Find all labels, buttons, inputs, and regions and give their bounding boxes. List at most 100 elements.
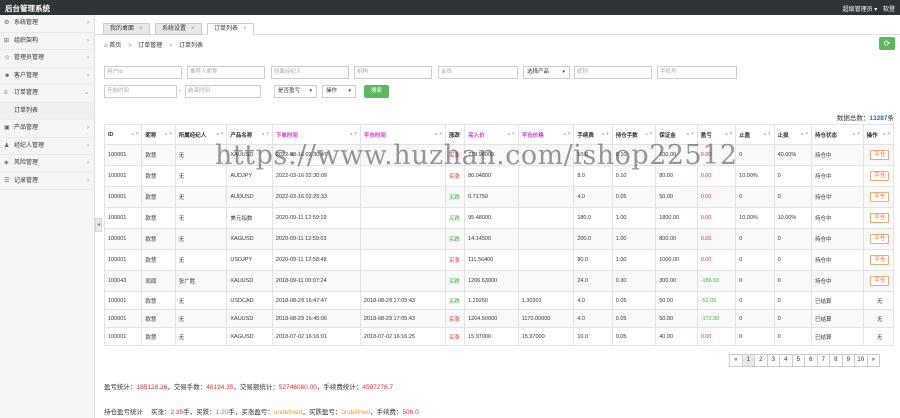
sort-icon[interactable]: ▲▼ xyxy=(562,131,571,136)
pagination-page[interactable]: 8 xyxy=(829,354,843,367)
sort-icon[interactable]: ▲▼ xyxy=(800,131,809,136)
sort-icon[interactable]: ▲▼ xyxy=(434,131,443,136)
close-position-button[interactable]: 平仓 xyxy=(870,171,890,181)
pagination-page[interactable]: 2 xyxy=(754,354,768,367)
pagination-page[interactable]: 4 xyxy=(779,354,793,367)
pagination-page[interactable]: 6 xyxy=(804,354,818,367)
operation-select-value[interactable]: 操作 xyxy=(326,88,337,94)
product-select-value[interactable]: 选择产品 xyxy=(527,69,549,75)
product-select[interactable]: 选择产品 ▾ xyxy=(523,66,570,79)
tab-order-list[interactable]: 订单列表 × xyxy=(207,23,254,35)
column-header-label[interactable]: 止损 xyxy=(778,133,789,139)
column-header-label[interactable]: 操作 xyxy=(867,133,878,139)
column-header-label[interactable]: 平仓价格 xyxy=(522,133,544,139)
sort-icon[interactable]: ▲▼ xyxy=(852,131,861,136)
close-position-button[interactable]: 平仓 xyxy=(870,150,890,160)
column-header-label[interactable]: 产品名称 xyxy=(230,133,252,139)
sort-icon[interactable]: ▲▼ xyxy=(215,131,224,136)
close-position-button[interactable]: 平仓 xyxy=(870,234,890,244)
column-header-label[interactable]: 保证金 xyxy=(659,133,676,139)
search-button[interactable]: 搜索 xyxy=(364,85,389,98)
sort-icon[interactable]: ▲▼ xyxy=(131,131,140,136)
sort-icon[interactable]: ▲▼ xyxy=(507,131,516,136)
close-icon[interactable]: × xyxy=(243,26,247,32)
column-header[interactable]: 止盈 ▲▼ xyxy=(735,124,775,145)
sidebar-item[interactable]: ◈ 风险管理 › xyxy=(0,155,94,173)
column-header-label[interactable]: 买入价 xyxy=(468,133,485,139)
close-icon[interactable]: × xyxy=(191,26,195,32)
close-position-button[interactable]: 平仓 xyxy=(870,192,890,202)
column-header-label[interactable]: 所属经纪人 xyxy=(179,133,207,139)
pagination-page[interactable]: 5 xyxy=(791,354,805,367)
sidebar-collapse-handle[interactable]: ◂ xyxy=(95,218,102,232)
sort-icon[interactable]: ▲▼ xyxy=(763,131,772,136)
column-header-label[interactable]: 盈亏 xyxy=(701,133,712,139)
column-header[interactable]: 昵称 ▲▼ xyxy=(141,124,176,145)
sidebar-subitem-order-list[interactable]: 订单列表 xyxy=(0,102,94,120)
pagination-prev[interactable]: « xyxy=(729,354,743,367)
refresh-icon[interactable]: ⟳ xyxy=(884,39,891,48)
pagination-page[interactable]: 7 xyxy=(816,354,830,367)
close-position-button[interactable]: 平仓 xyxy=(870,255,890,265)
home-icon[interactable]: ⌂ xyxy=(104,43,108,49)
column-header[interactable]: 持仓状态 ▲▼ xyxy=(811,124,864,145)
pagination-page[interactable]: 9 xyxy=(841,354,855,367)
agent-input[interactable]: 所属经纪人 xyxy=(271,66,349,79)
tab-desktop[interactable]: 我的桌面 × xyxy=(103,23,150,35)
column-header-label[interactable]: 止盈 xyxy=(739,133,750,139)
tab-label[interactable]: 订单列表 xyxy=(214,26,238,32)
column-header-label[interactable]: 手续费 xyxy=(577,133,594,139)
breadcrumb-home[interactable]: 首页 xyxy=(109,43,121,49)
sidebar-item[interactable]: ▣ 产品管理 › xyxy=(0,120,94,138)
column-header[interactable]: 止损 ▲▼ xyxy=(773,124,813,145)
column-header-label[interactable]: ID xyxy=(108,132,114,138)
sort-icon[interactable]: ▲▼ xyxy=(882,131,891,136)
sort-icon[interactable]: ▲▼ xyxy=(349,131,358,136)
sidebar-item[interactable]: ≡ 订单管理 ⌄ xyxy=(0,85,94,103)
pagination-page[interactable]: 3 xyxy=(766,354,780,367)
operation-select[interactable]: 操作 ▾ xyxy=(322,85,356,98)
nickname-input[interactable]: 昵称 xyxy=(574,66,652,79)
sort-icon[interactable]: ▲▼ xyxy=(261,131,270,136)
refresh-button[interactable]: ⟳ xyxy=(879,37,895,50)
user-id-input[interactable]: 用户Id xyxy=(104,66,182,79)
tab-system-settings[interactable]: 系统设置 × xyxy=(155,23,202,35)
phone-input[interactable]: 手机号 xyxy=(657,66,737,79)
sidebar-item[interactable]: ⚙ 系统管理 › xyxy=(0,15,94,33)
sort-icon[interactable]: ▲▼ xyxy=(601,131,610,136)
close-icon[interactable]: × xyxy=(139,26,143,32)
column-header-label[interactable]: 昵称 xyxy=(145,133,156,139)
sidebar-item[interactable]: ☰ 记录管理 › xyxy=(0,173,94,190)
user-name[interactable]: 超级管理员 xyxy=(843,7,873,13)
sort-icon[interactable]: ▲▼ xyxy=(644,131,653,136)
close-position-button[interactable]: 平仓 xyxy=(870,213,890,223)
pagination-page[interactable]: 1 xyxy=(741,354,755,367)
pagination-next[interactable]: » xyxy=(866,354,880,367)
sort-icon[interactable]: ▲▼ xyxy=(453,131,462,136)
sidebar-item[interactable]: ⊞ 组织架构 › xyxy=(0,33,94,50)
recommender-input[interactable]: 推荐人昵称 xyxy=(187,66,265,79)
sort-icon[interactable]: ▲▼ xyxy=(164,131,173,136)
column-header-label[interactable]: 下单时间 xyxy=(276,133,298,139)
breadcrumb-order-management[interactable]: 订单管理 xyxy=(138,43,162,49)
org-input[interactable]: 机构 xyxy=(354,66,432,79)
pagination-page[interactable]: 10 xyxy=(854,354,868,367)
holding-select[interactable]: 是否盈亏 ▾ xyxy=(274,85,317,98)
tab-label[interactable]: 系统设置 xyxy=(162,26,186,32)
column-header[interactable]: 操作 ▲▼ xyxy=(862,124,895,145)
sidebar-item[interactable]: ☻ 客户管理 › xyxy=(0,68,94,85)
holding-select-value[interactable]: 是否盈亏 xyxy=(278,88,300,94)
column-header-label[interactable]: 平仓时间 xyxy=(364,133,386,139)
tab-label[interactable]: 我的桌面 xyxy=(110,26,134,32)
column-header-label[interactable]: 持仓状态 xyxy=(815,133,837,139)
sort-icon[interactable]: ▲▼ xyxy=(724,131,733,136)
user-menu[interactable]: 超级管理员 ▾ 软登 xyxy=(843,4,895,13)
chevron-down-icon[interactable]: ▾ xyxy=(874,7,877,13)
end-time-input[interactable]: 结束时间 xyxy=(185,85,261,98)
member-input[interactable]: 会员 xyxy=(438,66,518,79)
sort-icon[interactable]: ▲▼ xyxy=(686,131,695,136)
sidebar-item[interactable]: ♟ 经纪人管理 › xyxy=(0,138,94,155)
sidebar-item[interactable]: ☺ 管理员管理 › xyxy=(0,50,94,68)
start-time-input[interactable]: 开始时间 xyxy=(104,85,177,98)
column-header-label[interactable]: 持仓手数 xyxy=(616,133,638,139)
